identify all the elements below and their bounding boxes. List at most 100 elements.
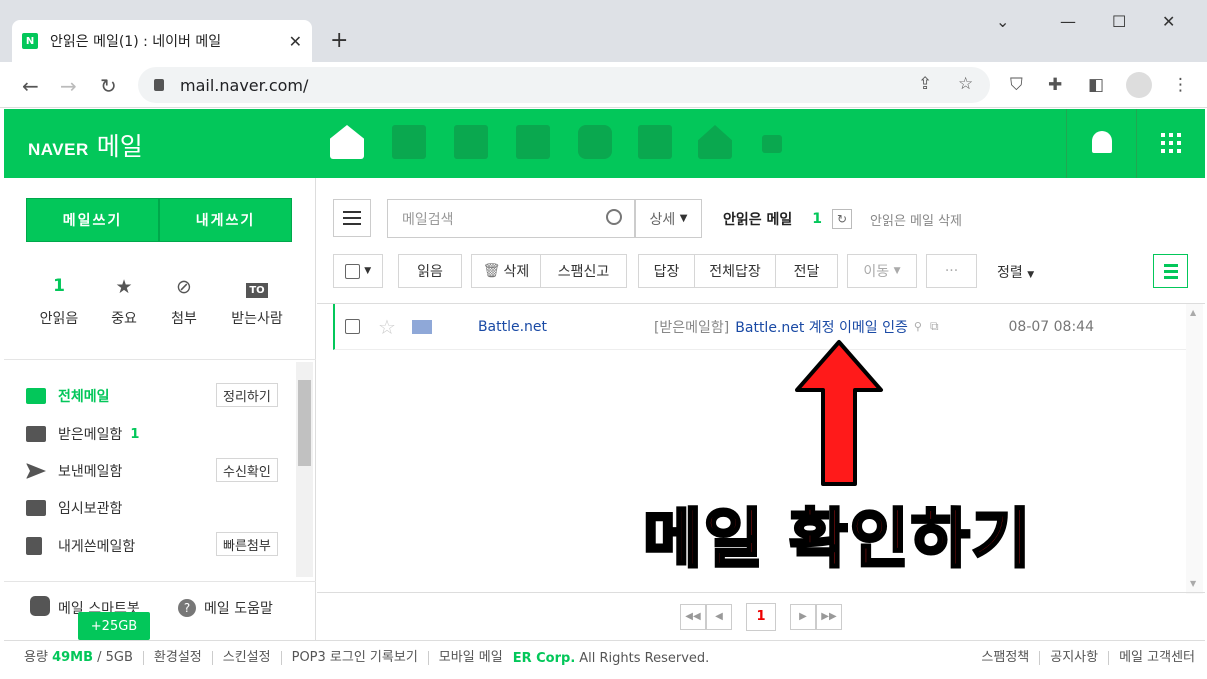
- shield-extension-icon[interactable]: ⛉: [1010, 75, 1023, 95]
- move-button[interactable]: 이동 ▼: [847, 254, 917, 288]
- write-mail-button[interactable]: 메일쓰기: [26, 198, 159, 242]
- trash-icon: 🗑: [482, 263, 501, 279]
- folder-drafts[interactable]: 임시보관함: [26, 498, 122, 518]
- pop3-log-link[interactable]: POP3 로그인 기록보기: [282, 651, 429, 665]
- detail-search-dropdown[interactable]: 상세 ▼: [635, 199, 702, 238]
- folder-all-mail[interactable]: 전체메일: [26, 386, 110, 406]
- settings-link[interactable]: 환경설정: [144, 651, 213, 665]
- row-checkbox[interactable]: [345, 319, 360, 334]
- forward-icon[interactable]: →: [60, 74, 77, 98]
- app-grid-icon[interactable]: [1161, 133, 1181, 153]
- first-page-icon[interactable]: ◀◀: [680, 603, 706, 630]
- tab-search-icon[interactable]: ⌄: [996, 12, 1009, 31]
- extensions-puzzle-icon[interactable]: ✚: [1048, 75, 1062, 95]
- calendar-icon[interactable]: [392, 125, 426, 159]
- current-page[interactable]: 1: [746, 602, 776, 631]
- browser-tabstrip: N 안읽은 메일(1) : 네이버 메일 ✕ + ⌄ — ☐ ✕: [0, 0, 1207, 62]
- folder-to-self[interactable]: 내게쓴메일함: [26, 536, 135, 556]
- more-actions-button[interactable]: ···: [926, 254, 977, 288]
- menu-toggle-icon[interactable]: [333, 199, 371, 237]
- list-icon[interactable]: [454, 125, 488, 159]
- inbox-tray-icon: [26, 426, 46, 442]
- reply-all-button[interactable]: 전체답장: [694, 254, 776, 288]
- mail-folder-prefix: [받은메일함]: [653, 319, 730, 336]
- mail-icon[interactable]: [330, 125, 364, 159]
- organize-button[interactable]: 정리하기: [216, 383, 278, 407]
- naver-mail-logo[interactable]: NAVER 메일: [28, 127, 143, 163]
- scroll-down-icon[interactable]: ▼: [1190, 579, 1196, 588]
- search-placeholder: 메일검색: [402, 211, 454, 228]
- quick-unread[interactable]: 1 안읽음: [24, 276, 94, 328]
- footer-status-bar: 용량 49MB / 5GB 환경설정 스킨설정 POP3 로그인 기록보기 모바…: [4, 640, 1205, 675]
- star-icon[interactable]: ☆: [378, 315, 396, 339]
- spam-policy-link[interactable]: 스팸정책: [971, 651, 1041, 665]
- mail-search-input[interactable]: 메일검색: [387, 199, 635, 238]
- storage-usage[interactable]: 용량 49MB / 5GB: [24, 651, 144, 665]
- new-tab-icon[interactable]: +: [330, 28, 348, 53]
- divider: [4, 581, 316, 582]
- notification-bell-icon[interactable]: [1092, 131, 1112, 153]
- back-icon[interactable]: ←: [22, 74, 39, 98]
- spam-report-button[interactable]: 스팸신고: [540, 254, 627, 288]
- contacts-icon[interactable]: [516, 125, 550, 159]
- home-icon[interactable]: [698, 125, 732, 159]
- read-receipt-button[interactable]: 수신확인: [216, 458, 278, 482]
- box-icon[interactable]: [578, 125, 612, 159]
- menu-kebab-icon[interactable]: ⋮: [1172, 75, 1189, 95]
- close-window-icon[interactable]: ✕: [1162, 12, 1175, 31]
- used-storage: 49MB: [52, 650, 93, 665]
- close-tab-icon[interactable]: ✕: [289, 32, 302, 51]
- minimize-icon[interactable]: —: [1060, 12, 1076, 31]
- maximize-icon[interactable]: ☐: [1112, 12, 1126, 31]
- list-view-icon[interactable]: [1153, 254, 1188, 288]
- mark-read-button[interactable]: 읽음: [398, 254, 462, 288]
- notice-link[interactable]: 공지사항: [1040, 651, 1110, 665]
- envelope-icon[interactable]: [411, 319, 432, 334]
- open-new-window-icon[interactable]: ⧉: [930, 319, 939, 334]
- quick-attachment-label: 첨부: [171, 311, 197, 327]
- memo-icon[interactable]: [638, 125, 672, 159]
- preview-magnifier-icon[interactable]: ⚲: [914, 320, 922, 333]
- more-services-icon[interactable]: [762, 135, 782, 153]
- reload-icon[interactable]: ↻: [100, 74, 117, 98]
- select-all-checkbox[interactable]: ▼: [333, 254, 383, 288]
- mail-subject[interactable]: Battle.net 계정 이메일 인증: [735, 317, 908, 337]
- quick-attach-button[interactable]: 빠른첨부: [216, 532, 278, 556]
- naver-logo-text: NAVER: [28, 140, 89, 159]
- omnibox[interactable]: mail.naver.com/ ⇪ ☆: [138, 67, 990, 103]
- skin-settings-link[interactable]: 스킨설정: [213, 651, 282, 665]
- side-panel-icon[interactable]: ◧: [1088, 75, 1104, 95]
- sort-label: 정렬: [997, 265, 1023, 281]
- profile-avatar[interactable]: [1126, 72, 1152, 98]
- sort-dropdown[interactable]: 정렬 ▼: [997, 262, 1034, 282]
- delete-unread-link[interactable]: 안읽은 메일 삭제: [870, 210, 962, 229]
- customer-center-link[interactable]: 메일 고객센터: [1109, 651, 1205, 665]
- folder-sent[interactable]: 보낸메일함: [26, 461, 122, 481]
- browser-tab[interactable]: N 안읽은 메일(1) : 네이버 메일 ✕: [12, 20, 312, 62]
- inbox-unread-count: 1: [130, 426, 140, 442]
- write-to-self-button[interactable]: 내게쓰기: [159, 198, 292, 242]
- folder-inbox[interactable]: 받은메일함 1: [26, 424, 139, 444]
- storage-upgrade-badge[interactable]: +25GB: [78, 612, 150, 640]
- last-page-icon[interactable]: ▶▶: [816, 603, 842, 630]
- refresh-icon[interactable]: ↻: [832, 209, 853, 229]
- share-icon[interactable]: ⇪: [918, 74, 932, 94]
- reply-button[interactable]: 답장: [638, 254, 695, 288]
- help-link[interactable]: ? 메일 도움말: [178, 598, 273, 618]
- scroll-up-icon[interactable]: ▲: [1190, 308, 1196, 317]
- next-page-icon[interactable]: ▶: [790, 603, 816, 630]
- forward-button[interactable]: 전달: [775, 254, 838, 288]
- quick-attachment[interactable]: ⊘ 첨부: [149, 276, 219, 328]
- bookmark-star-icon[interactable]: ☆: [958, 74, 973, 94]
- search-icon[interactable]: [606, 209, 622, 225]
- sidebar-scrollbar[interactable]: [296, 362, 313, 577]
- folder-label: 받은메일함: [58, 427, 123, 443]
- delete-button[interactable]: 🗑 삭제: [471, 254, 541, 288]
- mail-sender[interactable]: Battle.net: [478, 319, 654, 335]
- mail-row[interactable]: ☆ Battle.net [받은메일함] Battle.net 계정 이메일 인…: [333, 304, 1186, 350]
- list-scrollbar[interactable]: ▲ ▼: [1186, 304, 1203, 594]
- scroll-thumb[interactable]: [298, 380, 311, 466]
- quick-to-me[interactable]: TO 받는사람: [222, 276, 292, 328]
- mobile-mail-link[interactable]: 모바일 메일: [429, 651, 513, 665]
- prev-page-icon[interactable]: ◀: [706, 603, 732, 630]
